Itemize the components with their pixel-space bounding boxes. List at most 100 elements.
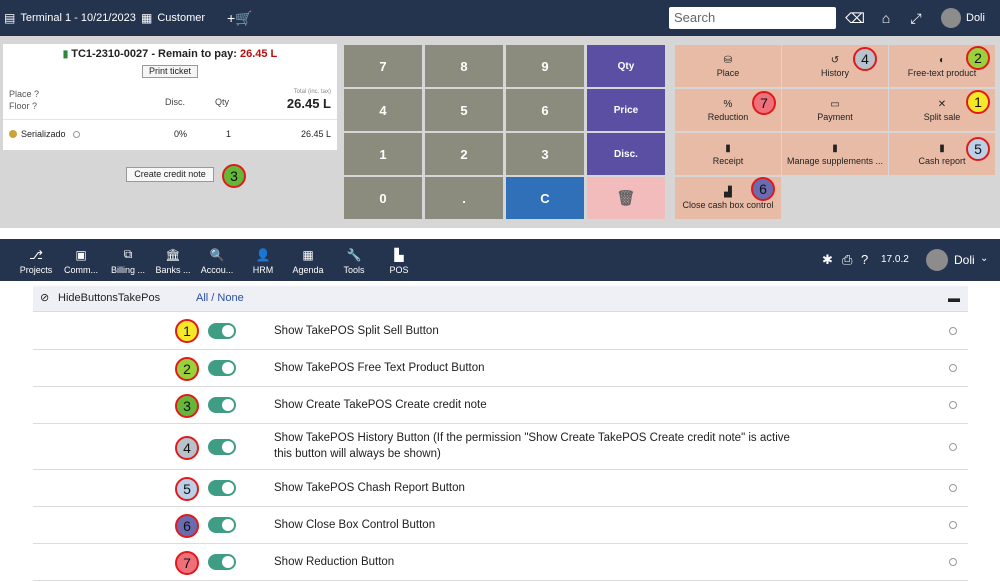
percent-icon: %	[723, 98, 733, 110]
toggle-credit-note[interactable]	[208, 397, 236, 413]
terminal-menu[interactable]: ▤ Terminal 1 - 10/21/2023	[4, 0, 136, 36]
nav-projects[interactable]: ⎇ Projects	[16, 243, 56, 279]
nav-banks[interactable]: 🏛 Banks ...	[152, 243, 194, 279]
line-amount: 26.45 L	[300, 129, 331, 139]
create-credit-note-button[interactable]: Create credit note	[126, 167, 214, 182]
toggle-history[interactable]	[208, 439, 236, 455]
nav-billing[interactable]: ⧉ Billing ...	[106, 243, 150, 279]
place-icon: ⛁	[723, 54, 733, 66]
total-value: 26.45 L	[286, 96, 331, 111]
key-clear[interactable]: C	[506, 177, 584, 219]
customer-button[interactable]: ▦ Customer	[141, 0, 205, 36]
key-0[interactable]: 0	[344, 177, 422, 219]
floor-label: Floor ?	[9, 101, 38, 111]
toggle-free-text-product[interactable]	[208, 360, 236, 376]
nav-accounting[interactable]: 🔍 Accou...	[196, 243, 238, 279]
toggle-close-box[interactable]	[208, 517, 236, 533]
toggle-reduction[interactable]	[208, 554, 236, 570]
admin-user-name[interactable]: Doli	[954, 253, 975, 267]
payment-button-label: Payment	[817, 111, 853, 122]
key-4[interactable]: 4	[344, 89, 422, 131]
billing-icon: ⧉	[123, 247, 133, 261]
nav-hrm[interactable]: 👤 HRM	[247, 243, 279, 279]
product-icon	[9, 130, 17, 138]
nav-commercial[interactable]: ▣ Comm...	[59, 243, 103, 279]
key-7[interactable]: 7	[344, 45, 422, 87]
marker-5: 5	[175, 477, 199, 501]
key-2[interactable]: 2	[425, 133, 503, 175]
user-avatar[interactable]	[941, 8, 961, 28]
setting-row-5	[33, 470, 968, 507]
marker-5: 5	[966, 137, 990, 161]
close-cash-box-label: Close cash box control	[682, 199, 774, 210]
wrench-icon: 🔧	[346, 247, 362, 262]
print-ticket-button[interactable]: Print ticket	[142, 65, 198, 78]
setting-label-4: Show TakePOS History Button (If the perm…	[274, 432, 790, 460]
key-5[interactable]: 5	[425, 89, 503, 131]
setting-row-2	[33, 350, 968, 387]
key-dot[interactable]: .	[425, 177, 503, 219]
search-input[interactable]: Search	[669, 7, 836, 29]
marker-4: 4	[853, 47, 877, 71]
nav-projects-label: Projects	[19, 264, 53, 275]
terminal-label: Terminal 1 - 10/21/2023	[20, 12, 136, 24]
key-price[interactable]: Price	[587, 89, 665, 131]
setting-row-6	[33, 507, 968, 544]
bug-icon[interactable]: ✱	[822, 252, 833, 268]
key-9[interactable]: 9	[506, 45, 584, 87]
admin-user-avatar[interactable]	[926, 249, 948, 271]
nav-agenda[interactable]: ▦ Agenda	[289, 243, 327, 279]
key-3[interactable]: 3	[506, 133, 584, 175]
marker-1: 1	[175, 319, 199, 343]
place-button[interactable]: ⛁ Place	[675, 45, 781, 87]
backspace-icon[interactable]: ⌫	[845, 9, 865, 27]
trash-icon[interactable]: 🗑	[587, 177, 665, 219]
all-none-link[interactable]: All / None	[196, 292, 244, 304]
hrm-icon: 👤	[255, 247, 271, 262]
row-status-icon	[949, 401, 957, 409]
home-icon[interactable]: ⌂	[876, 9, 896, 27]
pos-icon: ▙	[394, 247, 404, 262]
key-disc[interactable]: Disc.	[587, 133, 665, 175]
setting-label-3: Show Create TakePOS Create credit note	[274, 399, 487, 411]
line-qty: 1	[226, 129, 232, 139]
setting-label-1: Show TakePOS Split Sell Button	[274, 325, 439, 337]
folder-icon[interactable]: ▬	[948, 291, 960, 305]
toggle-split-sell[interactable]	[208, 323, 236, 339]
pos-user-name[interactable]: Doli	[966, 0, 985, 36]
row-status-icon	[949, 484, 957, 492]
place-button-label: Place	[716, 67, 740, 78]
key-qty[interactable]: Qty	[587, 45, 665, 87]
customer-icon: ▦	[141, 11, 153, 25]
projects-icon: ⎇	[29, 247, 43, 262]
help-icon[interactable]: ?	[861, 252, 868, 267]
fullscreen-icon[interactable]: ⤢	[906, 9, 926, 27]
chevron-down-icon[interactable]: ⌄	[980, 253, 988, 264]
section-title: HideButtonsTakePos	[58, 292, 161, 304]
ticket-ref: TC1-2310-0027	[71, 48, 149, 60]
calendar-icon: ▦	[302, 247, 314, 262]
key-1[interactable]: 1	[344, 133, 422, 175]
key-8[interactable]: 8	[425, 45, 503, 87]
toggle-cash-report[interactable]	[208, 480, 236, 496]
line-disc: 0%	[174, 129, 188, 139]
add-cart-icon[interactable]: +🛒	[227, 0, 253, 36]
accounting-icon: 🔍	[209, 247, 225, 262]
setting-row-7	[33, 544, 968, 581]
register-icon: ▤	[4, 11, 16, 25]
marker-1: 1	[966, 90, 990, 114]
key-6[interactable]: 6	[506, 89, 584, 131]
receipt-button-label: Receipt	[712, 155, 744, 166]
free-text-product-label: Free-text product	[907, 67, 977, 78]
cash-box-icon: ▟	[724, 186, 732, 198]
split-sale-label: Split sale	[923, 111, 961, 122]
print-icon[interactable]: ⎙	[842, 252, 852, 268]
nav-tools[interactable]: 🔧 Tools	[338, 243, 370, 279]
setting-row-1	[33, 313, 968, 350]
receipt-button[interactable]: ▮ Receipt	[675, 133, 781, 175]
payment-button[interactable]: ▭ Payment	[782, 89, 888, 131]
marker-4: 4	[175, 436, 199, 460]
manage-supplements-button[interactable]: ▮ Manage supplements ...	[782, 133, 888, 175]
ticket-header: ▮ TC1-2310-0027 - Remain to pay: 26.45 L	[3, 44, 337, 60]
nav-pos[interactable]: ▙ POS	[384, 243, 414, 279]
